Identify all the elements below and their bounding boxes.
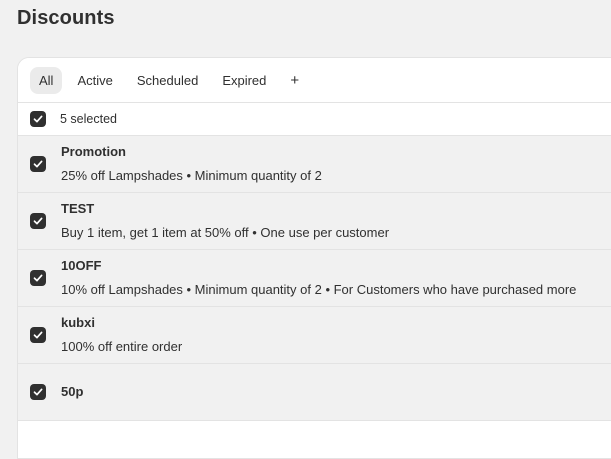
row-checkbox[interactable] — [30, 270, 46, 286]
select-all-checkbox[interactable] — [30, 111, 46, 127]
checkmark-icon — [33, 388, 43, 396]
discount-description: 25% off Lampshades • Minimum quantity of… — [61, 168, 322, 183]
tab-scheduled[interactable]: Scheduled — [128, 67, 207, 94]
checkmark-icon — [33, 160, 43, 168]
discount-title: 10OFF — [61, 258, 102, 273]
tab-expired[interactable]: Expired — [213, 67, 275, 94]
add-view-button[interactable]: + — [281, 68, 308, 93]
selected-count: 5 selected — [60, 112, 117, 126]
discount-description: Buy 1 item, get 1 item at 50% off • One … — [61, 225, 390, 240]
page-title: Discounts — [17, 7, 115, 29]
bulk-actions-bar: 5 selected — [18, 103, 611, 136]
table-row[interactable]: Promotion 25% off Lampshades • Minimum q… — [18, 136, 611, 193]
discount-title: TEST — [61, 201, 95, 216]
table-row[interactable]: 50p — [18, 364, 611, 421]
card-footer-space — [18, 421, 611, 458]
tab-active[interactable]: Active — [68, 67, 121, 94]
table-row[interactable]: 10OFF 10% off Lampshades • Minimum quant… — [18, 250, 611, 307]
checkmark-icon — [33, 217, 43, 225]
checkmark-icon — [33, 115, 43, 123]
checkmark-icon — [33, 274, 43, 282]
tab-all[interactable]: All — [30, 66, 63, 94]
row-checkbox[interactable] — [30, 156, 46, 172]
table-row[interactable]: kubxi 100% off entire order — [18, 307, 611, 364]
discount-title: Promotion — [61, 144, 126, 159]
discount-title: kubxi — [61, 315, 95, 330]
discount-title: 50p — [61, 384, 84, 399]
row-checkbox[interactable] — [30, 213, 46, 229]
discounts-card: All Active Scheduled Expired + 5 selecte… — [17, 57, 611, 459]
discount-description: 10% off Lampshades • Minimum quantity of… — [61, 282, 577, 297]
row-checkbox[interactable] — [30, 384, 46, 400]
filter-tabs: All Active Scheduled Expired + — [18, 58, 611, 103]
table-row[interactable]: TEST Buy 1 item, get 1 item at 50% off •… — [18, 193, 611, 250]
row-checkbox[interactable] — [30, 327, 46, 343]
checkmark-icon — [33, 331, 43, 339]
discount-description: 100% off entire order — [61, 339, 183, 354]
